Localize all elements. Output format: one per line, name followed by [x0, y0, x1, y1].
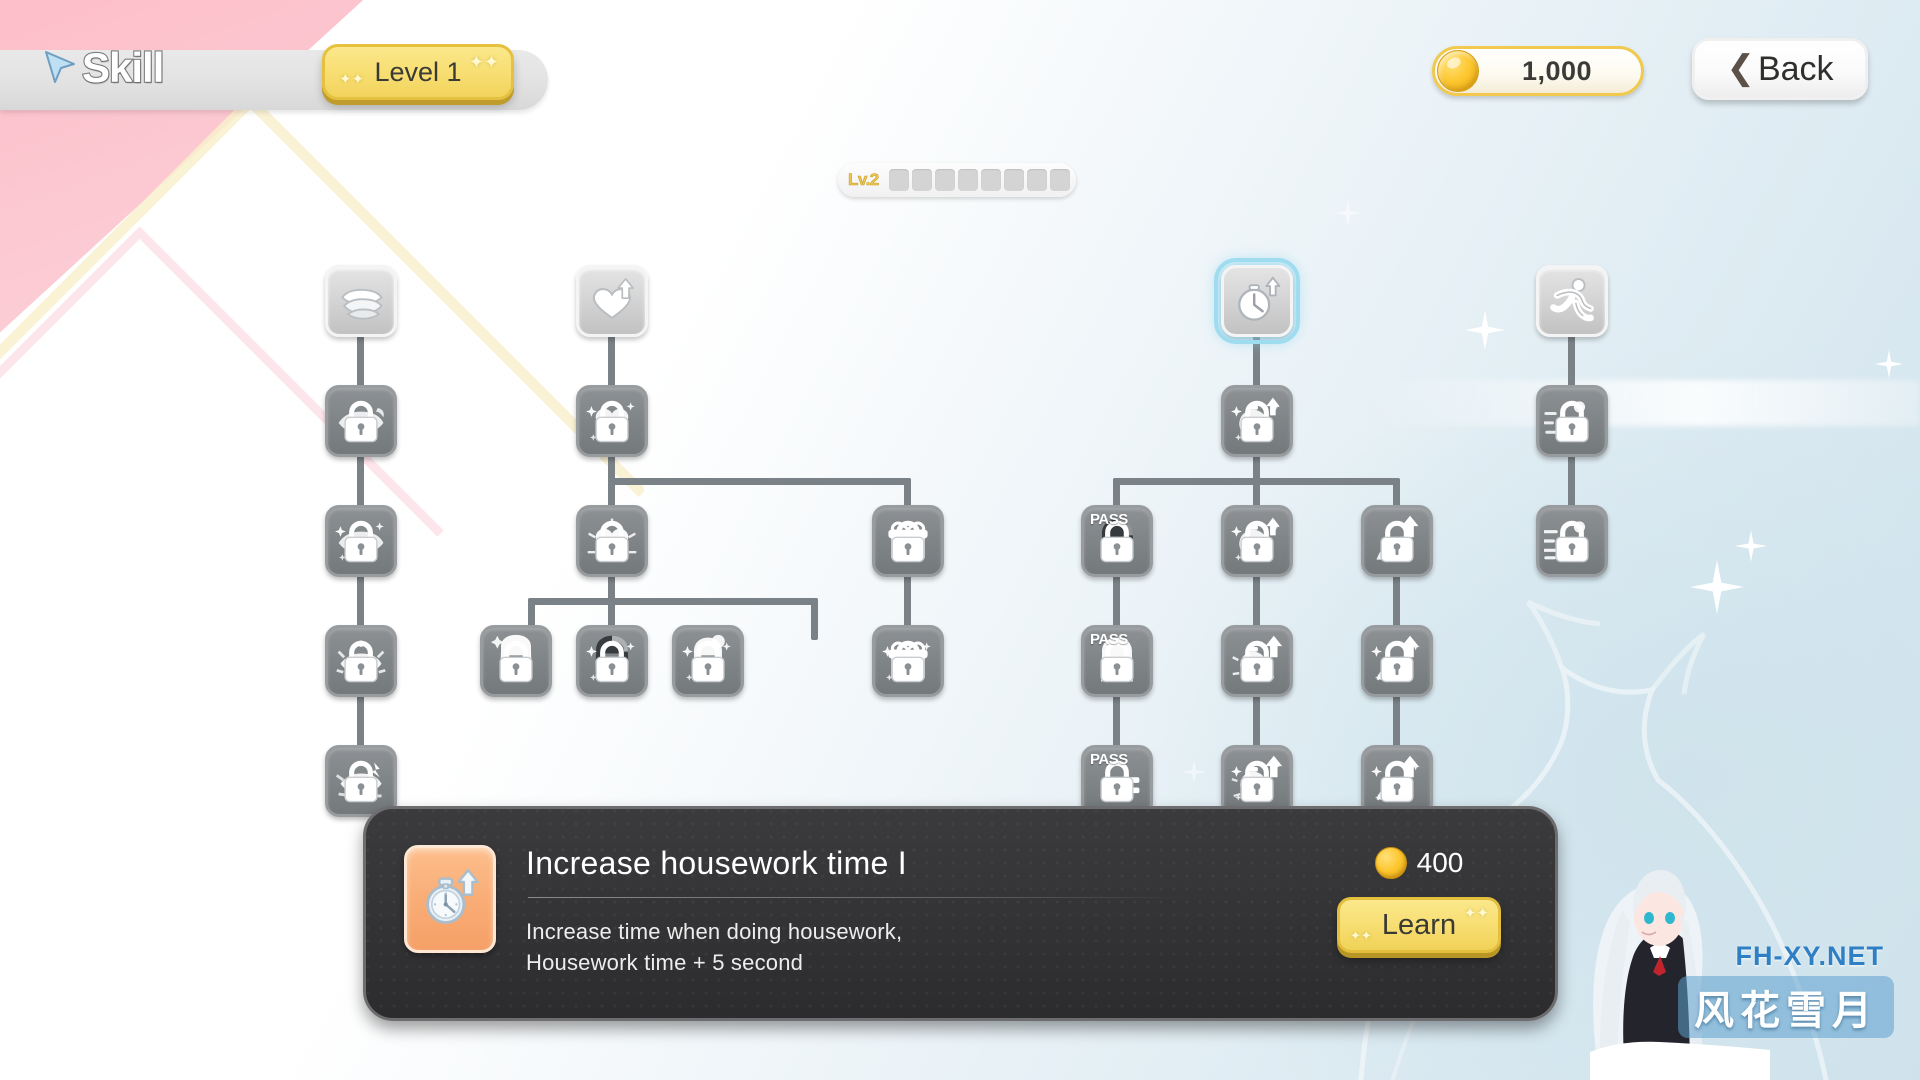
progress-segment — [980, 169, 1001, 191]
tree-edge — [608, 478, 911, 485]
level-progress-label: Lv.2 — [848, 170, 880, 190]
skill-node-pass-2[interactable]: PASS — [1081, 625, 1153, 697]
coin-amount: 1,000 — [1521, 55, 1593, 86]
stopwatch-up-orange-icon — [426, 869, 479, 924]
page-title-group: Skill — [42, 43, 166, 92]
skill-node-gift-1[interactable] — [872, 505, 944, 577]
skill-node-pass-1[interactable]: PASS — [1081, 505, 1153, 577]
stopwatch-up-icon — [1238, 276, 1281, 321]
progress-segment — [934, 169, 955, 191]
skill-node-laundry-1[interactable] — [325, 385, 397, 457]
page-title: Skill — [81, 43, 166, 92]
skill-name: Increase housework time I — [526, 845, 907, 881]
skill-node-laundry-2[interactable] — [325, 505, 397, 577]
coin-icon — [1374, 847, 1407, 879]
skill-node-housework-2[interactable] — [1221, 505, 1293, 577]
coin-counter: 1,000 — [1432, 46, 1644, 96]
tree-edge — [528, 598, 818, 605]
pass-tag: PASS — [1090, 631, 1128, 648]
back-button[interactable]: ❮ Back — [1692, 38, 1868, 100]
skill-node-hand-2[interactable] — [1361, 625, 1433, 697]
progress-segment — [1049, 169, 1070, 191]
coin-icon — [1437, 50, 1479, 92]
pass-tag: PASS — [1090, 751, 1128, 768]
heart-up-icon — [592, 278, 635, 320]
skill-node-movement-root[interactable] — [1536, 265, 1608, 337]
progress-segment — [957, 169, 978, 191]
level-badge-label: Level 1 — [374, 56, 462, 87]
skill-node-housework-root[interactable] — [1214, 258, 1300, 344]
watermark-url: FH-XY.NET — [1735, 941, 1884, 971]
back-button-label: Back — [1757, 49, 1834, 88]
skill-node-gift-2[interactable] — [872, 625, 944, 697]
learn-button-label: Learn — [1381, 908, 1457, 941]
level-progress-bar: Lv.2 — [838, 163, 1076, 197]
skill-node-affection-2[interactable] — [576, 505, 648, 577]
skill-info-panel: Increase housework time I Increase time … — [363, 806, 1558, 1021]
progress-segment — [1003, 169, 1024, 191]
info-divider — [528, 897, 1188, 898]
skill-node-laundry-root[interactable] — [325, 265, 397, 337]
cursor-pointer-icon — [45, 51, 75, 83]
pass-tag: PASS — [1090, 511, 1128, 528]
skill-node-laundry-3[interactable] — [325, 625, 397, 697]
progress-segment — [911, 169, 932, 191]
skill-node-movement-1[interactable] — [1536, 385, 1608, 457]
skill-cost-value: 400 — [1416, 847, 1464, 878]
learn-button[interactable]: ✦✦ ✦✦ Learn — [1337, 897, 1501, 953]
skill-node-affection-root[interactable] — [576, 265, 648, 337]
skill-node-hand-1[interactable] — [1361, 505, 1433, 577]
progress-segment — [888, 169, 909, 191]
skill-description-line-2: Housework time + 5 second — [526, 950, 804, 976]
skill-cost-row: 400 — [1374, 847, 1464, 879]
progress-segment — [1026, 169, 1047, 191]
skill-node-movement-2[interactable] — [1536, 505, 1608, 577]
watermark-chinese-text: 风花雪月 — [1678, 976, 1894, 1038]
skill-info-text: Increase housework time I Increase time … — [526, 843, 1289, 978]
skill-node-affection-1[interactable] — [576, 385, 648, 457]
skill-node-girl-long-hair[interactable] — [480, 625, 552, 697]
skill-icon-container — [404, 845, 496, 953]
tree-edge — [811, 598, 818, 640]
chevron-left-icon: ❮ — [1726, 48, 1755, 87]
skill-description-line-1: Increase time when doing housework, — [526, 919, 903, 944]
level-badge[interactable]: ✦✦ ✦✦ Level 1 — [322, 44, 514, 100]
skill-purchase-group: 400 ✦✦ ✦✦ Learn — [1319, 843, 1519, 953]
running-person-icon — [1550, 278, 1594, 322]
folded-laundry-icon — [341, 288, 383, 320]
skill-node-girl-short-hair[interactable] — [576, 625, 648, 697]
skill-node-housework-1[interactable] — [1221, 385, 1293, 457]
skill-node-housework-3[interactable] — [1221, 625, 1293, 697]
skill-node-girl-bun-hair[interactable] — [672, 625, 744, 697]
site-watermark: FH-XY.NET 风花雪月 — [1520, 830, 1920, 1080]
